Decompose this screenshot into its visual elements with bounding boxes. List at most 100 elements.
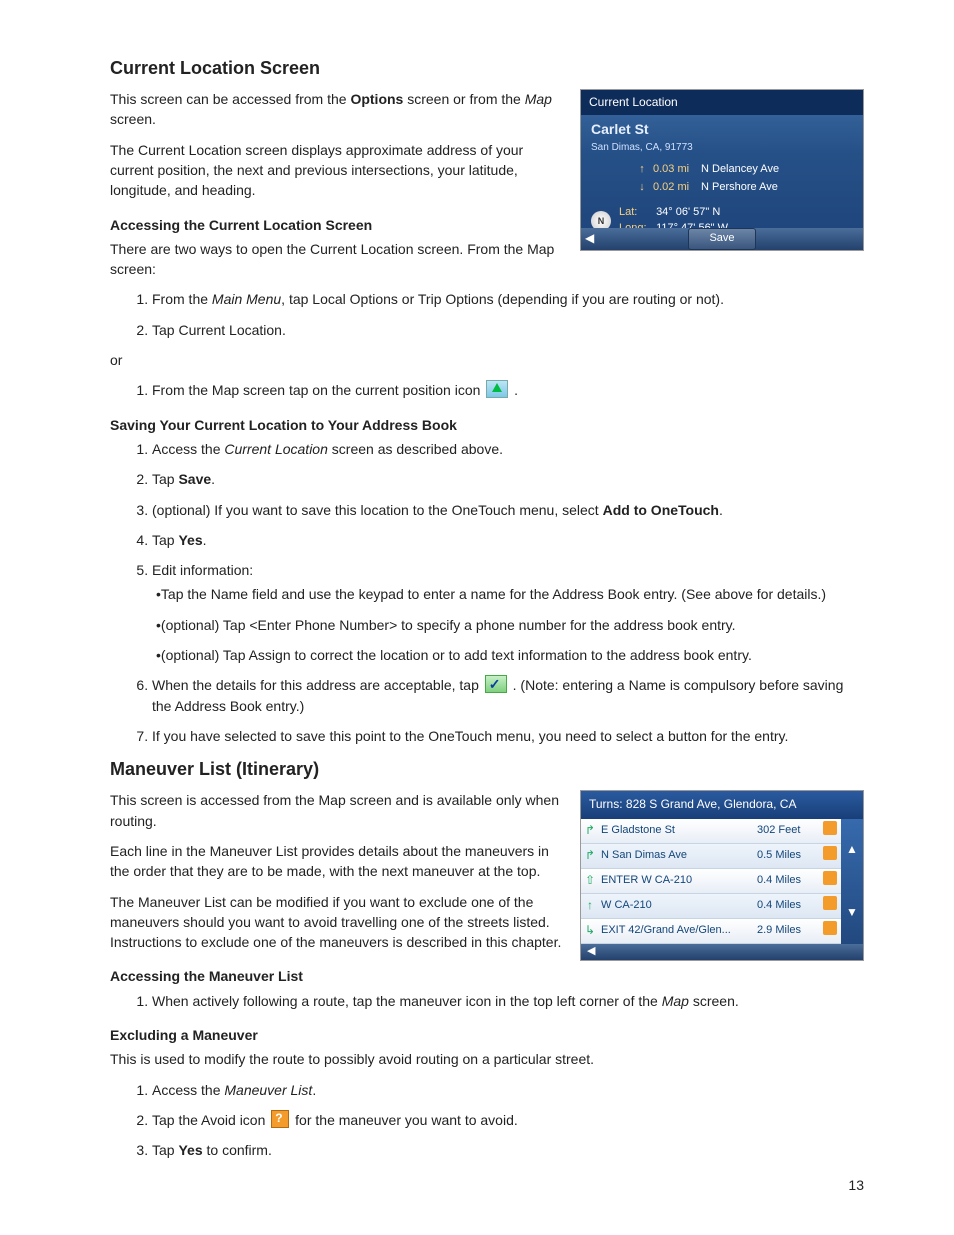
text: This screen can be accessed from the	[110, 91, 350, 107]
text: When actively following a route, tap the…	[152, 993, 662, 1009]
list-item: From the Main Menu, tap Local Options or…	[152, 289, 864, 309]
checkmark-icon	[485, 675, 507, 693]
text-bold: Options	[350, 91, 403, 107]
page-number: 13	[848, 1175, 864, 1195]
s2-sub2: Excluding a Maneuver	[110, 1025, 864, 1045]
avoid-button[interactable]	[819, 821, 841, 841]
s2-sub1: Accessing the Maneuver List	[110, 966, 864, 986]
turn-icon: ⇧	[581, 872, 599, 889]
list-item: Tap Yes to confirm.	[152, 1140, 864, 1160]
maneuver-dist: 2.9 Miles	[757, 923, 819, 939]
text: .	[211, 471, 215, 487]
turn-icon: ↱	[581, 847, 599, 864]
maneuver-row[interactable]: ↱E Gladstone St302 Feet	[581, 819, 841, 844]
turn-icon: ↱	[581, 822, 599, 839]
maneuver-name: N San Dimas Ave	[599, 848, 757, 864]
save-button[interactable]: Save	[688, 228, 755, 250]
scrollbar[interactable]: ▲ ▼	[841, 819, 863, 944]
text-bold: Save	[178, 471, 211, 487]
avoid-icon	[271, 1110, 289, 1128]
text: Tap	[152, 532, 178, 548]
text: Tap the Avoid icon	[152, 1112, 269, 1128]
maneuver-name: ENTER W CA-210	[599, 873, 757, 889]
or-text: or	[110, 350, 864, 370]
s2-p4: This is used to modify the route to poss…	[110, 1049, 864, 1069]
text: Tap	[152, 471, 178, 487]
text: , tap Local Options or Trip Options (dep…	[281, 291, 724, 307]
text: Access the	[152, 1082, 224, 1098]
text-bold: Yes	[178, 532, 202, 548]
back-icon[interactable]: ◀	[585, 230, 594, 247]
list-item: Access the Current Location screen as de…	[152, 439, 864, 459]
text: screen or from the	[403, 91, 524, 107]
list-item: Tap the Avoid icon for the maneuver you …	[152, 1110, 864, 1130]
text: When the details for this address are ac…	[152, 677, 483, 693]
maneuver-row[interactable]: ↱N San Dimas Ave0.5 Miles	[581, 844, 841, 869]
down-arrow-icon: ↓	[637, 180, 647, 196]
text: Access the	[152, 441, 224, 457]
list-item: (optional) If you want to save this loca…	[152, 500, 864, 520]
maneuver-dist: 0.5 Miles	[757, 848, 819, 864]
text-bold: Yes	[178, 1142, 202, 1158]
maneuver-name: W CA-210	[599, 898, 757, 914]
up-arrow-icon: ↑	[637, 162, 647, 178]
current-position-icon	[486, 380, 508, 398]
list-item: Edit information: Tap the Name field and…	[152, 560, 864, 665]
text: screen as described above.	[328, 441, 503, 457]
text: .	[719, 502, 723, 518]
s1-sub2: Saving Your Current Location to Your Add…	[110, 415, 864, 435]
list-item: If you have selected to save this point …	[152, 726, 864, 746]
bullet-item: (optional) Tap <Enter Phone Number> to s…	[156, 615, 864, 635]
text-italic: Main Menu	[212, 291, 281, 307]
text: (optional) If you want to save this loca…	[152, 502, 603, 518]
text: screen.	[110, 111, 156, 127]
text: .	[514, 382, 518, 398]
avoid-button[interactable]	[819, 846, 841, 866]
text: .	[203, 532, 207, 548]
list-item: Tap Yes.	[152, 530, 864, 550]
lat-label: Lat:	[619, 205, 653, 221]
avoid-button[interactable]	[819, 871, 841, 891]
list-item: Access the Maneuver List.	[152, 1080, 864, 1100]
avoid-button[interactable]	[819, 921, 841, 941]
ml-footer-back-icon[interactable]: ◀	[581, 944, 863, 960]
text: to confirm.	[203, 1142, 272, 1158]
maneuver-name: E Gladstone St	[599, 823, 757, 839]
cl-row1-dist: 0.03 mi	[653, 162, 695, 178]
text: screen.	[689, 993, 739, 1009]
turn-icon: ↑	[581, 897, 599, 914]
maneuver-dist: 302 Feet	[757, 823, 819, 839]
bullet-item: Tap the Name field and use the keypad to…	[156, 584, 864, 604]
bullet-item: (optional) Tap Assign to correct the loc…	[156, 645, 864, 665]
scroll-up-icon[interactable]: ▲	[841, 819, 863, 882]
list-item: Tap Current Location.	[152, 320, 864, 340]
text: .	[312, 1082, 316, 1098]
maneuver-name: EXIT 42/Grand Ave/Glen...	[599, 923, 757, 939]
text-italic: Map	[525, 91, 552, 107]
text-bold: Add to OneTouch	[603, 502, 719, 518]
cl-city: San Dimas, CA, 91773	[581, 141, 863, 162]
maneuver-row[interactable]: ↳EXIT 42/Grand Ave/Glen...2.9 Miles	[581, 919, 841, 944]
text: From the Map screen tap on the current p…	[152, 382, 484, 398]
maneuver-dist: 0.4 Miles	[757, 898, 819, 914]
avoid-button[interactable]	[819, 896, 841, 916]
text-italic: Maneuver List	[224, 1082, 312, 1098]
maneuver-list-screenshot: Turns: 828 S Grand Ave, Glendora, CA ↱E …	[580, 790, 864, 960]
list-item: When actively following a route, tap the…	[152, 991, 864, 1011]
heading-current-location: Current Location Screen	[110, 55, 864, 81]
cl-header: Current Location	[581, 90, 863, 115]
maneuver-dist: 0.4 Miles	[757, 873, 819, 889]
cl-row2-name: N Pershore Ave	[701, 180, 778, 196]
text: Tap	[152, 1142, 178, 1158]
cl-row2-dist: 0.02 mi	[653, 180, 695, 196]
text: for the maneuver you want to avoid.	[295, 1112, 518, 1128]
cl-street: Carlet St	[581, 115, 863, 140]
list-item: From the Map screen tap on the current p…	[152, 380, 864, 400]
cl-row1-name: N Delancey Ave	[701, 162, 779, 178]
maneuver-row[interactable]: ↑W CA-2100.4 Miles	[581, 894, 841, 919]
current-location-screenshot: Current Location Carlet St San Dimas, CA…	[580, 89, 864, 251]
scroll-down-icon[interactable]: ▼	[841, 881, 863, 944]
list-item: When the details for this address are ac…	[152, 675, 864, 716]
heading-maneuver-list: Maneuver List (Itinerary)	[110, 756, 864, 782]
maneuver-row[interactable]: ⇧ENTER W CA-2100.4 Miles	[581, 869, 841, 894]
